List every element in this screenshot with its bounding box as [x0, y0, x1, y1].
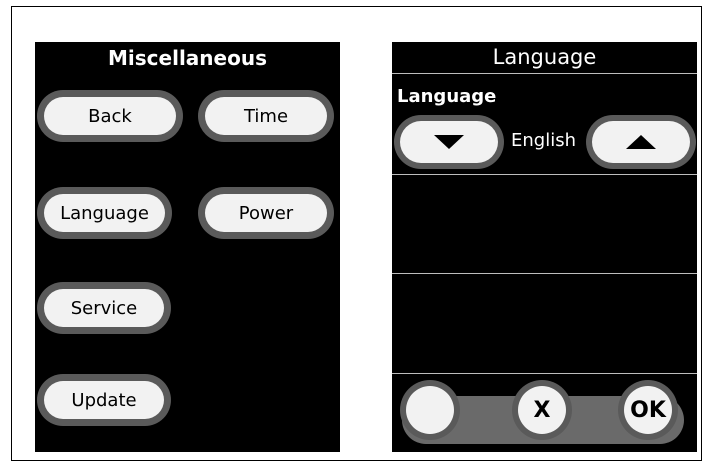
service-button[interactable]: Service: [37, 282, 171, 334]
language-button[interactable]: Language: [37, 187, 172, 239]
update-button[interactable]: Update: [37, 374, 171, 426]
language-previous-button[interactable]: [394, 115, 504, 169]
back-button[interactable]: Back: [37, 90, 183, 142]
ok-button-label: OK: [624, 386, 672, 434]
cancel-button-label: X: [518, 386, 566, 434]
language-value: English: [511, 130, 576, 151]
cancel-button[interactable]: X: [512, 380, 572, 440]
power-button[interactable]: Power: [198, 187, 334, 239]
triangle-down-icon: [434, 135, 464, 149]
language-next-button[interactable]: [586, 115, 696, 169]
language-field-label: Language: [397, 86, 497, 107]
ok-button[interactable]: OK: [618, 380, 678, 440]
update-button-label: Update: [44, 381, 164, 419]
time-button-label: Time: [205, 97, 327, 135]
divider: [392, 73, 697, 74]
back-button-label: Back: [44, 97, 176, 135]
divider: [392, 273, 697, 274]
miscellaneous-panel: Miscellaneous Back Time Language Power S…: [35, 42, 340, 452]
divider: [392, 373, 697, 374]
language-panel: Language Language English X OK: [392, 42, 697, 452]
power-button-label: Power: [205, 194, 327, 232]
blank-round-button[interactable]: [400, 380, 460, 440]
language-button-label: Language: [44, 194, 165, 232]
divider: [392, 174, 697, 175]
time-button[interactable]: Time: [198, 90, 334, 142]
panel-title: Language: [492, 45, 597, 69]
triangle-up-icon: [626, 135, 656, 149]
panel-title: Miscellaneous: [108, 46, 267, 70]
service-button-label: Service: [44, 289, 164, 327]
